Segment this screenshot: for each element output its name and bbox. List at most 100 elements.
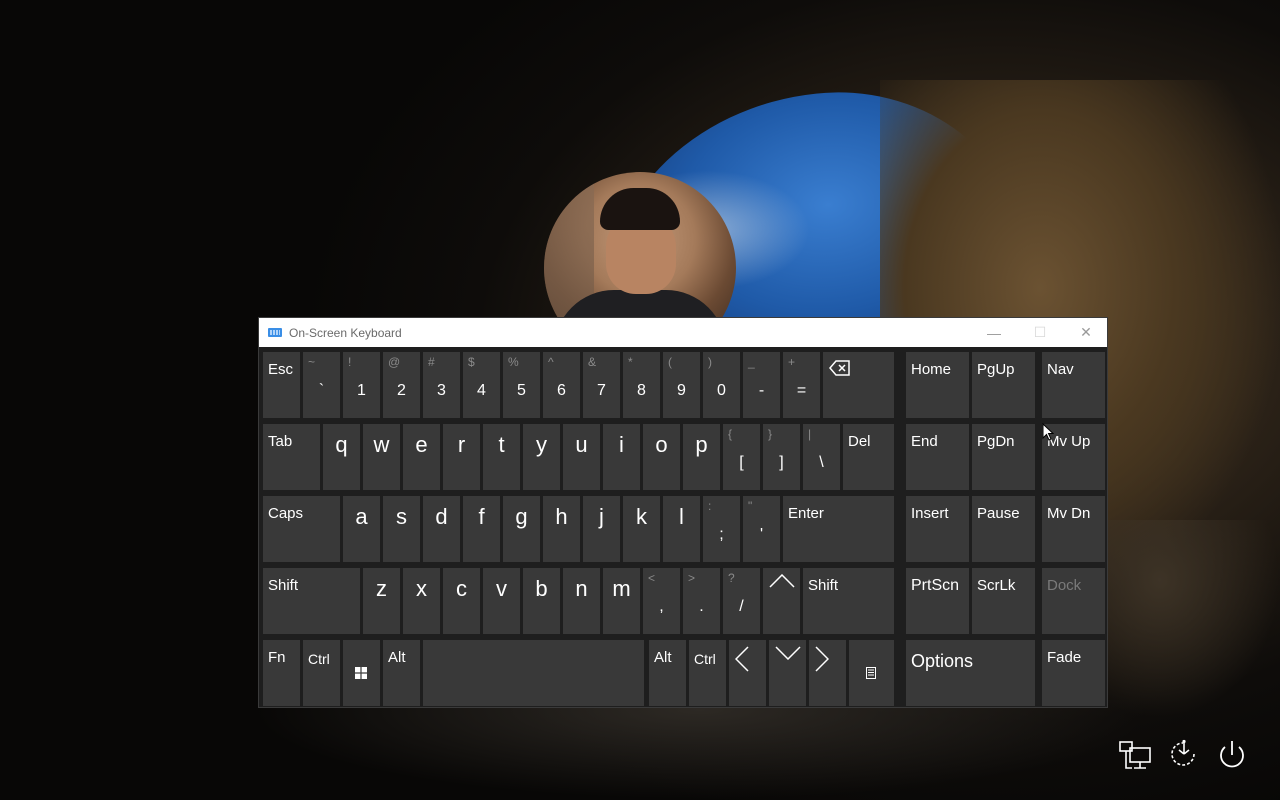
key-pgdn[interactable]: PgDn	[972, 424, 1035, 490]
arrow-up-icon	[769, 574, 795, 588]
key-2[interactable]: @2	[383, 352, 420, 418]
key-backspace[interactable]	[823, 352, 894, 418]
key-caps[interactable]: Caps	[263, 496, 340, 562]
key-backtick[interactable]: ~ `	[303, 352, 340, 418]
key-h[interactable]: h	[543, 496, 580, 562]
keyboard-icon	[268, 328, 282, 337]
key-equals[interactable]: + =	[783, 352, 820, 418]
key-enter[interactable]: Enter	[783, 496, 894, 562]
key-1[interactable]: ! 1	[343, 352, 380, 418]
key-9[interactable]: (9	[663, 352, 700, 418]
key-n[interactable]: n	[563, 568, 600, 634]
backspace-icon	[829, 360, 850, 376]
key-alt-right[interactable]: Alt	[649, 640, 686, 706]
key-5[interactable]: % 5	[503, 352, 540, 418]
key-scrlk[interactable]: ScrLk	[972, 568, 1035, 634]
key-p[interactable]: p	[683, 424, 720, 490]
close-button[interactable]: ✕	[1063, 318, 1109, 347]
title-bar[interactable]: On-Screen Keyboard — ☐ ✕	[259, 318, 1107, 347]
key-ctrl-right[interactable]: Ctrl	[689, 640, 726, 706]
key-j[interactable]: j	[583, 496, 620, 562]
key-x[interactable]: x	[403, 568, 440, 634]
key-3[interactable]: #3	[423, 352, 460, 418]
key-windows[interactable]	[343, 640, 380, 706]
key-w[interactable]: w	[363, 424, 400, 490]
key-d[interactable]: d	[423, 496, 460, 562]
key-l[interactable]: l	[663, 496, 700, 562]
key-y[interactable]: y	[523, 424, 560, 490]
key-left-arrow[interactable]	[729, 640, 766, 706]
key-4[interactable]: $4	[463, 352, 500, 418]
key-slash[interactable]: ? /	[723, 568, 760, 634]
key-right-bracket[interactable]: }]	[763, 424, 800, 490]
key-c[interactable]: c	[443, 568, 480, 634]
key-options[interactable]: Options	[906, 640, 1035, 706]
key-shift-right[interactable]: Shift	[803, 568, 894, 634]
system-tray	[1118, 738, 1258, 772]
key-down-arrow[interactable]	[769, 640, 806, 706]
key-semicolon[interactable]: :;	[703, 496, 740, 562]
window-title: On-Screen Keyboard	[289, 325, 402, 340]
key-space[interactable]	[423, 640, 644, 706]
key-m[interactable]: m	[603, 568, 640, 634]
key-end[interactable]: End	[906, 424, 969, 490]
key-q[interactable]: q	[323, 424, 360, 490]
key-comma[interactable]: <,	[643, 568, 680, 634]
key-home[interactable]: Home	[906, 352, 969, 418]
arrow-down-icon	[775, 646, 801, 660]
menu-key-icon	[866, 667, 876, 679]
key-7[interactable]: & 7	[583, 352, 620, 418]
arrow-left-icon	[735, 646, 749, 672]
key-alt-left[interactable]: Alt	[383, 640, 420, 706]
key-e[interactable]: e	[403, 424, 440, 490]
key-ctrl-left[interactable]: Ctrl	[303, 640, 340, 706]
key-f[interactable]: f	[463, 496, 500, 562]
key-tab[interactable]: Tab	[263, 424, 320, 490]
key-insert[interactable]: Insert	[906, 496, 969, 562]
key-8[interactable]: * 8	[623, 352, 660, 418]
key-o[interactable]: o	[643, 424, 680, 490]
key-v[interactable]: v	[483, 568, 520, 634]
key-prtscn[interactable]: PrtScn	[906, 568, 969, 634]
key-fade[interactable]: Fade	[1042, 640, 1105, 706]
maximize-button[interactable]: ☐	[1017, 318, 1063, 347]
power-icon[interactable]	[1215, 738, 1249, 772]
key-z[interactable]: z	[363, 568, 400, 634]
key-mv-dn[interactable]: Mv Dn	[1042, 496, 1105, 562]
key-menu[interactable]	[849, 640, 894, 706]
arrow-right-icon	[815, 646, 829, 672]
key-nav[interactable]: Nav	[1042, 352, 1105, 418]
keyboard-keys: Esc ~` !1 @2 #3 $4 %5 ^6 &7 *8 (9	[259, 347, 1107, 707]
key-u[interactable]: u	[563, 424, 600, 490]
key-quote[interactable]: " '	[743, 496, 780, 562]
key-0[interactable]: ) 0	[703, 352, 740, 418]
on-screen-keyboard-window: On-Screen Keyboard — ☐ ✕ Esc ~ ` ! 1 @2 #3…	[258, 317, 1108, 708]
key-i[interactable]: i	[603, 424, 640, 490]
key-b[interactable]: b	[523, 568, 560, 634]
key-esc[interactable]: Esc	[263, 352, 300, 418]
key-up-arrow[interactable]	[763, 568, 800, 634]
key-shift-left[interactable]: Shift	[263, 568, 360, 634]
mouse-cursor-icon	[1042, 423, 1054, 441]
key-pause[interactable]: Pause	[972, 496, 1035, 562]
key-period[interactable]: >.	[683, 568, 720, 634]
key-fn[interactable]: Fn	[263, 640, 300, 706]
key-pgup[interactable]: PgUp	[972, 352, 1035, 418]
key-minus[interactable]: _ -	[743, 352, 780, 418]
key-t[interactable]: t	[483, 424, 520, 490]
key-right-arrow[interactable]	[809, 640, 846, 706]
key-left-bracket[interactable]: {[	[723, 424, 760, 490]
key-dock[interactable]: Dock	[1042, 568, 1105, 634]
key-g[interactable]: g	[503, 496, 540, 562]
key-k[interactable]: k	[623, 496, 660, 562]
windows-logo-icon	[355, 667, 367, 679]
network-icon[interactable]	[1118, 738, 1152, 772]
key-a[interactable]: a	[343, 496, 380, 562]
key-s[interactable]: s	[383, 496, 420, 562]
ease-of-access-icon[interactable]	[1167, 738, 1201, 772]
key-6[interactable]: ^ 6	[543, 352, 580, 418]
key-r[interactable]: r	[443, 424, 480, 490]
key-del[interactable]: Del	[843, 424, 894, 490]
key-backslash[interactable]: | \	[803, 424, 840, 490]
minimize-button[interactable]: —	[971, 318, 1017, 347]
